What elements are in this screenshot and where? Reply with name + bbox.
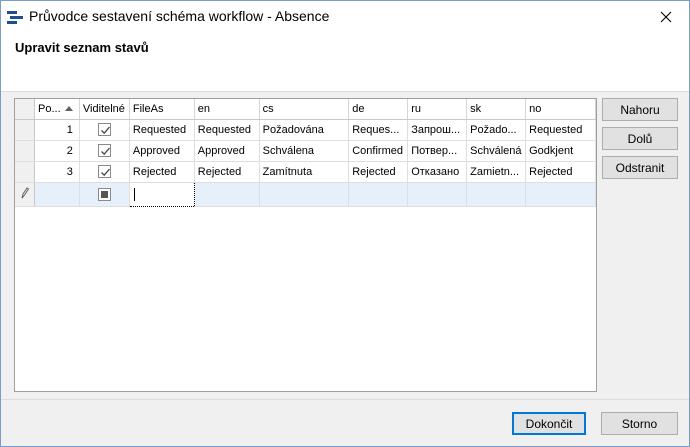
cell-en[interactable]: Requested xyxy=(194,119,260,141)
cell-fileas[interactable]: Requested xyxy=(129,119,195,141)
text-cursor xyxy=(133,187,135,201)
cell-sk[interactable]: Zamietn... xyxy=(466,161,527,183)
column-header-order[interactable]: Po... xyxy=(34,99,80,120)
close-button[interactable] xyxy=(643,1,689,32)
title-bar: Průvodce sestavení schéma workflow - Abs… xyxy=(1,1,689,32)
cell-sk[interactable]: Schválená xyxy=(466,140,527,162)
remove-button[interactable]: Odstranit xyxy=(602,156,678,179)
close-icon xyxy=(660,11,672,22)
row-indicator[interactable] xyxy=(15,161,35,183)
cell-sk[interactable]: Požado... xyxy=(466,119,527,141)
status-grid[interactable]: Po... Viditelné FileAs en cs de ru sk no… xyxy=(14,98,597,392)
cell-ru-new[interactable] xyxy=(407,182,468,207)
column-header-ru[interactable]: ru xyxy=(407,99,468,120)
cell-order[interactable]: 3 xyxy=(34,161,80,183)
cell-no[interactable]: Requested xyxy=(525,119,596,141)
cancel-button[interactable]: Storno xyxy=(601,412,678,435)
cell-visible[interactable] xyxy=(79,140,130,162)
finish-button[interactable]: Dokončit xyxy=(512,412,586,435)
cell-cs[interactable]: Schválena xyxy=(259,140,350,162)
cell-visible[interactable] xyxy=(79,161,130,183)
row-indicator-header xyxy=(15,99,35,120)
visible-checkbox[interactable] xyxy=(97,144,111,157)
checkmark-icon xyxy=(100,147,110,156)
move-down-button[interactable]: Dolů xyxy=(602,127,678,150)
cell-fileas-editing[interactable] xyxy=(128,181,195,207)
cell-cs[interactable]: Požadována xyxy=(259,119,350,141)
cell-de[interactable]: Confirmed xyxy=(348,140,409,162)
column-header-sk[interactable]: sk xyxy=(466,99,527,120)
cell-en[interactable]: Approved xyxy=(194,140,260,162)
cell-fileas[interactable]: Approved xyxy=(129,140,195,162)
column-header-no[interactable]: no xyxy=(525,99,596,120)
table-row[interactable]: 1 Requested Requested Požadována Reques.… xyxy=(15,119,596,141)
cell-de[interactable]: Rejected xyxy=(348,161,409,183)
cell-en-new[interactable] xyxy=(194,182,260,207)
column-header-fileas[interactable]: FileAs xyxy=(129,99,195,120)
wizard-window: Průvodce sestavení schéma workflow - Abs… xyxy=(0,0,690,447)
row-indicator[interactable] xyxy=(15,119,35,141)
new-row[interactable] xyxy=(15,181,596,207)
pencil-icon xyxy=(21,186,30,198)
row-indicator[interactable] xyxy=(15,140,35,162)
cell-cs[interactable]: Zamítnuta xyxy=(259,161,350,183)
visible-checkbox[interactable] xyxy=(97,165,111,178)
sort-ascending-icon xyxy=(64,106,73,112)
page-title: Upravit seznam stavů xyxy=(15,40,149,55)
cell-de-new[interactable] xyxy=(348,182,409,207)
cell-visible[interactable] xyxy=(79,119,130,141)
cell-no[interactable]: Rejected xyxy=(525,161,596,183)
cell-ru[interactable]: Отказано xyxy=(407,161,468,183)
grid-header-row: Po... Viditelné FileAs en cs de ru sk no xyxy=(15,99,596,120)
cell-order[interactable]: 1 xyxy=(34,119,80,141)
cell-order-new[interactable] xyxy=(34,182,80,207)
header-panel: Upravit seznam stavů xyxy=(1,32,689,92)
table-row[interactable]: 2 Approved Approved Schválena Confirmed … xyxy=(15,140,596,162)
cell-de[interactable]: Reques... xyxy=(348,119,409,141)
cell-no-new[interactable] xyxy=(525,182,596,207)
column-header-cs[interactable]: cs xyxy=(259,99,350,120)
footer-divider xyxy=(1,399,689,400)
table-row[interactable]: 3 Rejected Rejected Zamítnuta Rejected О… xyxy=(15,161,596,183)
checkmark-icon xyxy=(100,126,110,135)
cell-sk-new[interactable] xyxy=(466,182,527,207)
cell-visible-new[interactable] xyxy=(79,182,130,207)
cell-order[interactable]: 2 xyxy=(34,140,80,162)
cell-no[interactable]: Godkjent xyxy=(525,140,596,162)
column-header-en[interactable]: en xyxy=(194,99,260,120)
cell-ru[interactable]: Запрош... xyxy=(407,119,468,141)
row-indicator-editing[interactable] xyxy=(15,182,35,207)
visible-checkbox[interactable] xyxy=(97,123,111,136)
column-header-de[interactable]: de xyxy=(348,99,409,120)
cell-en[interactable]: Rejected xyxy=(194,161,260,183)
cell-ru[interactable]: Потвер... xyxy=(407,140,468,162)
checkmark-icon xyxy=(100,168,110,177)
workflow-app-icon xyxy=(7,10,23,24)
window-title: Průvodce sestavení schéma workflow - Abs… xyxy=(29,8,330,24)
cell-cs-new[interactable] xyxy=(259,182,350,207)
visible-checkbox-indeterminate[interactable] xyxy=(97,187,111,201)
column-header-visible[interactable]: Viditelné xyxy=(79,99,130,120)
move-up-button[interactable]: Nahoru xyxy=(602,98,678,121)
cell-fileas[interactable]: Rejected xyxy=(129,161,195,183)
